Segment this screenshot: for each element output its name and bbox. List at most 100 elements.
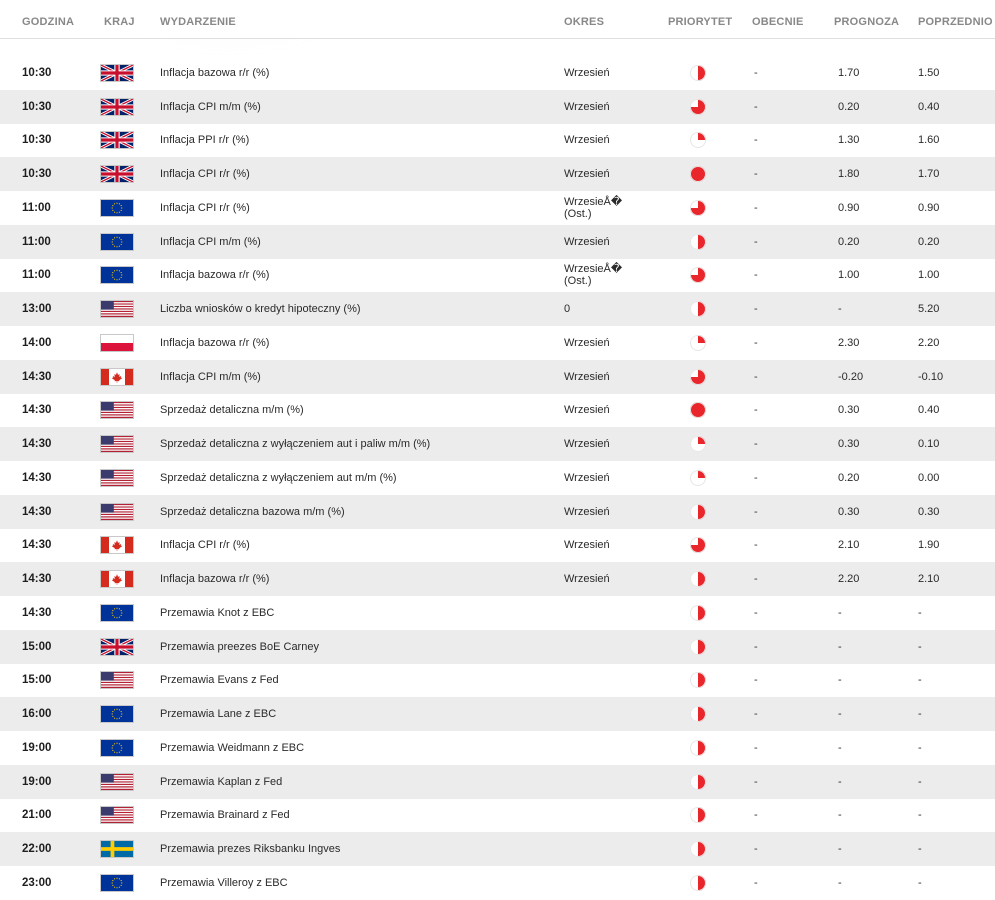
table-row[interactable]: 10:30 Inflacja CPI m/m (%) Wrzesień - 0.… <box>0 89 995 124</box>
event-name[interactable]: Przemawia Knot z EBC <box>160 596 274 630</box>
table-row[interactable]: 14:30 Sprzedaż detaliczna bazowa m/m (%)… <box>0 494 995 529</box>
event-name[interactable]: Przemawia Brainard z Fed <box>160 799 290 833</box>
actual-value: - <box>754 303 758 316</box>
header-time[interactable]: GODZINA <box>22 16 74 28</box>
event-name[interactable]: Inflacja CPI m/m (%) <box>160 225 261 259</box>
event-time: 19:00 <box>22 775 52 788</box>
header-priority[interactable]: PRIORYTET <box>668 16 732 28</box>
header-previous[interactable]: POPRZEDNIO <box>918 16 993 28</box>
table-row[interactable]: 14:00 Inflacja bazowa r/r (%) Wrzesień -… <box>0 326 995 360</box>
event-name[interactable]: Przemawia Evans z Fed <box>160 664 279 698</box>
table-row[interactable]: 21:00 Przemawia Brainard z Fed - - - <box>0 799 995 833</box>
event-name[interactable]: Przemawia Weidmann z EBC <box>160 731 304 765</box>
country-flag-icon <box>100 562 134 596</box>
table-row[interactable]: 14:30 Sprzedaż detaliczna z wyłączeniem … <box>0 461 995 495</box>
table-row[interactable]: 14:30 Inflacja CPI r/r (%) Wrzesień - 2.… <box>0 529 995 563</box>
forecast-value: 0.30 <box>838 404 860 417</box>
country-flag-icon <box>100 664 134 698</box>
table-row[interactable]: 16:00 Przemawia Lane z EBC - - - <box>0 697 995 731</box>
event-name[interactable]: Inflacja CPI r/r (%) <box>160 191 250 225</box>
economic-calendar-table: GODZINA KRAJ WYDARZENIE OKRES PRIORYTET … <box>0 0 995 900</box>
table-body: 10:30 Inflacja bazowa r/r (%) Wrzesień -… <box>0 56 995 900</box>
previous-value: 1.60 <box>918 134 940 147</box>
event-name[interactable]: Inflacja bazowa r/r (%) <box>160 562 269 596</box>
forecast-value: - <box>838 303 842 316</box>
event-name[interactable]: Inflacja CPI m/m (%) <box>160 360 261 394</box>
actual-value: - <box>754 708 758 721</box>
table-row[interactable]: 11:00 Inflacja bazowa r/r (%) WrzesieÅ� … <box>0 259 995 293</box>
country-flag-icon <box>100 495 134 529</box>
priority-pie-icon <box>690 529 706 563</box>
actual-value: - <box>754 505 758 518</box>
table-header: GODZINA KRAJ WYDARZENIE OKRES PRIORYTET … <box>0 0 995 39</box>
event-name[interactable]: Sprzedaż detaliczna bazowa m/m (%) <box>160 495 345 529</box>
table-row[interactable]: 15:00 Przemawia preezes BoE Carney - - - <box>0 629 995 664</box>
event-time: 16:00 <box>22 708 52 721</box>
previous-value: - <box>918 606 922 619</box>
event-period: Wrzesień <box>564 370 610 383</box>
header-forecast[interactable]: PROGNOZA <box>834 16 899 28</box>
event-time: 14:30 <box>22 471 52 484</box>
table-row[interactable]: 15:00 Przemawia Evans z Fed - - - <box>0 664 995 698</box>
table-row[interactable]: 19:00 Przemawia Kaplan z Fed - - - <box>0 764 995 799</box>
event-name[interactable]: Inflacja CPI r/r (%) <box>160 157 250 191</box>
event-time: 14:30 <box>22 370 52 383</box>
previous-value: - <box>918 708 922 721</box>
actual-value: - <box>754 539 758 552</box>
actual-value: - <box>754 741 758 754</box>
table-row[interactable]: 14:30 Inflacja CPI m/m (%) Wrzesień - -0… <box>0 359 995 394</box>
event-period: Wrzesień <box>564 505 610 518</box>
event-name[interactable]: Inflacja PPI r/r (%) <box>160 124 249 158</box>
forecast-value: - <box>838 741 842 754</box>
actual-value: - <box>754 471 758 484</box>
header-country[interactable]: KRAJ <box>104 16 135 28</box>
table-row[interactable]: 10:30 Inflacja CPI r/r (%) Wrzesień - 1.… <box>0 157 995 191</box>
country-flag-icon <box>100 529 134 563</box>
event-name[interactable]: Przemawia preezes BoE Carney <box>160 630 319 664</box>
table-row[interactable]: 19:00 Przemawia Weidmann z EBC - - - <box>0 731 995 765</box>
table-row[interactable]: 14:30 Przemawia Knot z EBC - - - <box>0 596 995 630</box>
priority-pie-icon <box>690 596 706 630</box>
event-time: 21:00 <box>22 809 52 822</box>
actual-value: - <box>754 134 758 147</box>
header-period[interactable]: OKRES <box>564 16 604 28</box>
table-row[interactable]: 11:00 Inflacja CPI r/r (%) WrzesieÅ� (Os… <box>0 191 995 225</box>
priority-pie-icon <box>690 191 706 225</box>
previous-value: 0.90 <box>918 201 940 214</box>
event-name[interactable]: Inflacja CPI m/m (%) <box>160 90 261 124</box>
country-flag-icon <box>100 394 134 428</box>
priority-pie-icon <box>690 664 706 698</box>
event-name[interactable]: Inflacja bazowa r/r (%) <box>160 259 269 293</box>
table-row[interactable]: 10:30 Inflacja bazowa r/r (%) Wrzesień -… <box>0 56 995 90</box>
event-name[interactable]: Liczba wniosków o kredyt hipoteczny (%) <box>160 292 361 326</box>
table-row[interactable]: 14:30 Sprzedaż detaliczna m/m (%) Wrzesi… <box>0 394 995 428</box>
table-row[interactable]: 14:30 Inflacja bazowa r/r (%) Wrzesień -… <box>0 562 995 596</box>
header-event[interactable]: WYDARZENIE <box>160 16 236 28</box>
table-row[interactable]: 10:30 Inflacja PPI r/r (%) Wrzesień - 1.… <box>0 124 995 158</box>
event-name[interactable]: Sprzedaż detaliczna m/m (%) <box>160 394 304 428</box>
event-name[interactable]: Inflacja bazowa r/r (%) <box>160 326 269 360</box>
event-period: 0 <box>564 303 571 316</box>
table-row[interactable]: 11:00 Inflacja CPI m/m (%) Wrzesień - 0.… <box>0 224 995 259</box>
header-actual[interactable]: OBECNIE <box>752 16 804 28</box>
country-flag-icon <box>100 124 134 158</box>
event-time: 15:00 <box>22 640 52 653</box>
event-time: 11:00 <box>22 201 51 214</box>
event-name[interactable]: Przemawia prezes Riksbanku Ingves <box>160 832 340 866</box>
previous-value: -0.10 <box>918 370 944 383</box>
country-flag-icon <box>100 157 134 191</box>
table-row[interactable]: 13:00 Liczba wniosków o kredyt hipoteczn… <box>0 292 995 326</box>
event-name[interactable]: Inflacja CPI r/r (%) <box>160 529 250 563</box>
event-name[interactable]: Sprzedaż detaliczna z wyłączeniem aut i … <box>160 427 430 461</box>
priority-pie-icon <box>690 495 706 529</box>
actual-value: - <box>754 370 758 383</box>
event-name[interactable]: Inflacja bazowa r/r (%) <box>160 56 269 90</box>
event-name[interactable]: Przemawia Lane z EBC <box>160 697 276 731</box>
event-period: Wrzesień <box>564 573 610 586</box>
table-row[interactable]: 14:30 Sprzedaż detaliczna z wyłączeniem … <box>0 427 995 461</box>
forecast-value: 0.20 <box>838 235 860 248</box>
event-name[interactable]: Przemawia Kaplan z Fed <box>160 765 282 799</box>
event-name[interactable]: Sprzedaż detaliczna z wyłączeniem aut m/… <box>160 461 397 495</box>
actual-value: - <box>754 674 758 687</box>
table-row[interactable]: 22:00 Przemawia prezes Riksbanku Ingves … <box>0 832 995 866</box>
